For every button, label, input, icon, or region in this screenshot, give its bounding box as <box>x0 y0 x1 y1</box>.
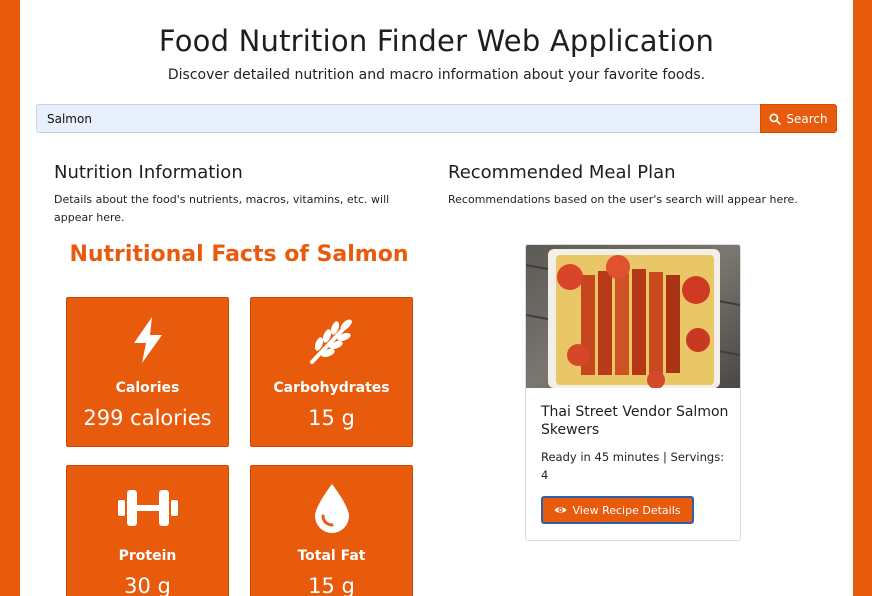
nutrition-section: Nutrition Information Details about the … <box>54 162 424 227</box>
fact-card-carbohydrates: Carbohydrates 15 g <box>250 297 413 447</box>
fact-value: 15 g <box>308 406 355 430</box>
dumbbell-icon <box>117 490 178 526</box>
nutrition-facts-title: Nutritional Facts of Salmon <box>69 242 409 267</box>
fact-label: Carbohydrates <box>273 380 390 396</box>
page-title: Food Nutrition Finder Web Application <box>158 24 715 58</box>
nutrition-section-title: Nutrition Information <box>54 162 243 183</box>
meal-plan-section-description: Recommendations based on the user's sear… <box>448 193 798 206</box>
search-button-label: Search <box>786 111 828 126</box>
fact-value: 299 calories <box>83 406 212 430</box>
fact-label: Total Fat <box>297 548 366 564</box>
nutrition-section-description: Details about the food's nutrients, macr… <box>54 193 390 224</box>
fact-value: 15 g <box>308 574 355 596</box>
fact-card-protein: Protein 30 g <box>66 465 229 596</box>
page-container: Food Nutrition Finder Web Application Di… <box>20 0 853 596</box>
view-recipe-button-label: View Recipe Details <box>572 503 681 517</box>
recipe-title: Thai Street Vendor Salmon Skewers <box>541 404 729 438</box>
eye-icon <box>554 507 567 513</box>
droplet-icon <box>314 484 349 533</box>
recipe-card: Thai Street Vendor Salmon Skewers Ready … <box>525 244 741 541</box>
fact-value: 30 g <box>124 574 171 596</box>
fact-label: Calories <box>115 380 180 396</box>
fact-label: Protein <box>118 548 177 564</box>
bolt-icon <box>133 317 162 363</box>
search-icon <box>769 112 782 125</box>
wheat-icon <box>309 319 352 364</box>
search-button[interactable]: Search <box>760 104 837 133</box>
view-recipe-button[interactable]: View Recipe Details <box>541 496 694 524</box>
recipe-meta: Ready in 45 minutes | Servings: 4 <box>541 450 725 482</box>
meal-plan-section-title: Recommended Meal Plan <box>448 162 676 183</box>
search-input[interactable] <box>36 104 760 133</box>
meal-plan-section: Recommended Meal Plan Recommendations ba… <box>448 162 818 209</box>
fact-card-total-fat: Total Fat 15 g <box>250 465 413 596</box>
recipe-image <box>526 245 740 388</box>
search-bar: Search <box>36 104 837 133</box>
page-subtitle: Discover detailed nutrition and macro in… <box>167 67 706 83</box>
fact-card-calories: Calories 299 calories <box>66 297 229 447</box>
